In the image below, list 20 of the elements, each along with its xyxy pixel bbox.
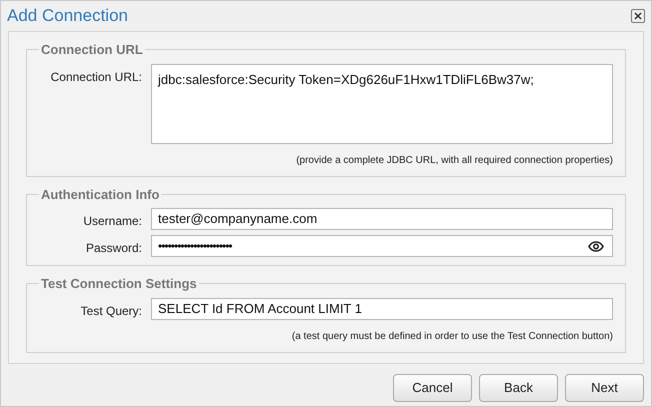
url-field[interactable]: jdbc:salesforce:Security Token=XDg626uF1Hxw1TDliFL6Bw37w; [151,64,613,144]
dialog-button[interactable]: Next [565,374,644,402]
password-field[interactable]: ••••••••••••••••••••••• [151,235,613,257]
dialog-button[interactable]: Cancel [393,374,472,402]
dialog-button[interactable]: Back [479,374,558,402]
close-button[interactable] [631,9,645,23]
hint-text: (a test query must be defined in order to use the Test Connection button) [292,330,613,344]
group-legend: Authentication Info [39,184,162,204]
field-label: Username: [82,213,142,230]
group-legend: Test Connection Settings [39,274,199,294]
group-legend: Connection URL [39,40,145,60]
field-label: Password: [84,240,142,257]
close-icon [634,12,642,20]
window-title: Add Connection [7,5,128,28]
field-label: Connection URL: [50,68,142,86]
input-field[interactable]: SELECT Id FROM Account LIMIT 1 [151,298,613,320]
hint-text: (provide a complete JDBC URL, with all required connection properties) [296,154,613,168]
input-field[interactable]: tester@companyname.com [151,208,613,230]
eye-icon[interactable] [588,240,604,252]
field-label: Test Query: [80,302,142,320]
